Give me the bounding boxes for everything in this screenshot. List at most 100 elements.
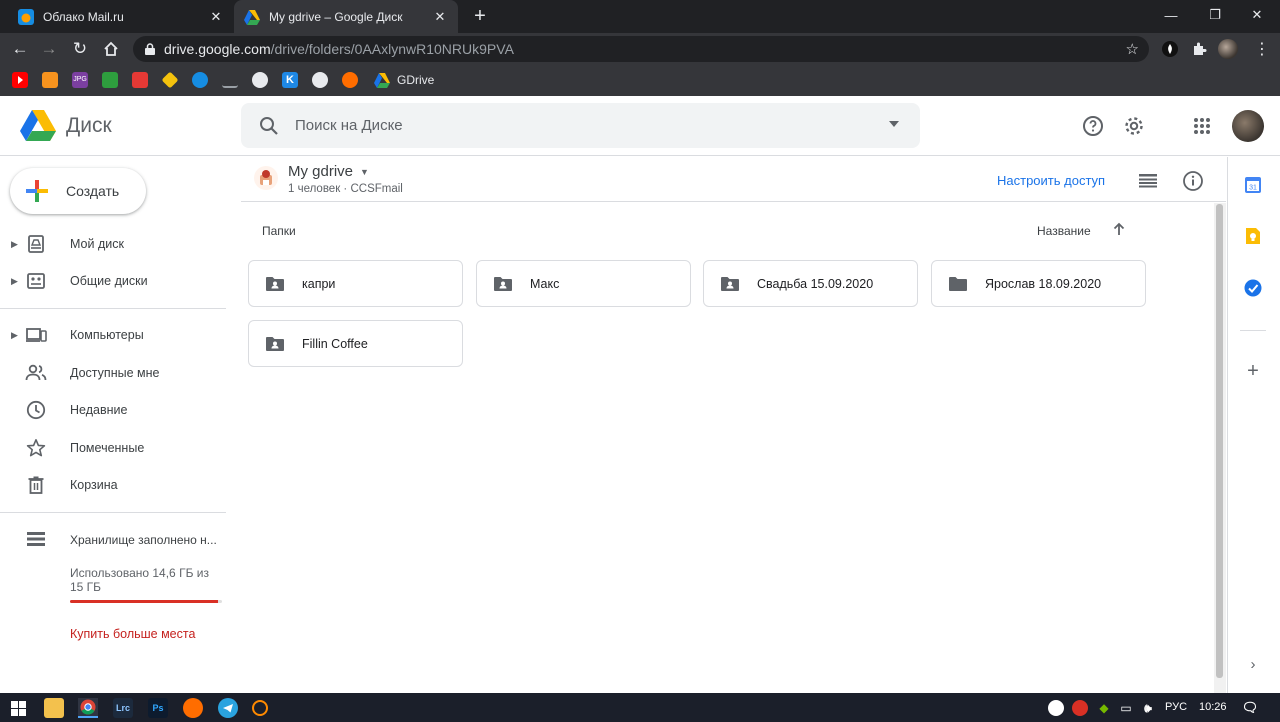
computers-icon [25,324,47,346]
tab-close-icon[interactable]: ✕ [432,9,448,25]
address-bar[interactable]: drive.google.com/drive/folders/0AAxlynwR… [133,36,1149,62]
drive-title[interactable]: My gdrive ▼ [288,163,369,180]
home-icon[interactable] [99,37,123,61]
sort-by-name-button[interactable]: Название [1037,224,1091,238]
folder-card[interactable]: Fillin Coffee [248,320,463,367]
add-addon-plus-icon[interactable]: + [1243,360,1263,382]
folder-card[interactable]: Свадьба 15.09.2020 [703,260,918,307]
telegram-icon[interactable] [218,698,238,718]
scrollbar-thumb[interactable] [1216,204,1223,678]
reload-icon[interactable]: ↻ [68,37,92,61]
bookmark-github-icon[interactable] [252,72,268,88]
profile-avatar-icon[interactable] [1218,39,1238,59]
volume-icon[interactable]: 🕪 [1138,698,1158,718]
github-tray-icon[interactable] [1048,700,1064,716]
close-window-icon[interactable]: ✕ [1234,0,1280,30]
expand-arrow-icon[interactable]: ▶ [11,239,19,250]
buy-storage-link[interactable]: Купить больше места [70,627,195,641]
sidebar-item-label: Недавние [70,403,128,417]
browser-menu-icon[interactable]: ⋮ [1252,39,1272,59]
side-panel-divider [1240,330,1266,331]
tab-close-icon[interactable]: ✕ [208,9,224,25]
bookmark-k-icon[interactable]: K [282,72,298,88]
sidebar-item-my-drive[interactable]: ▶ Мой диск [0,227,226,261]
chrome-taskbar-icon[interactable] [78,698,98,718]
tab-mail-cloud[interactable]: Облако Mail.ru ✕ [8,0,234,33]
sidebar-item-shared-drives[interactable]: ▶ Общие диски [0,264,226,298]
bookmark-odnoklassniki-icon[interactable] [42,72,58,88]
bookmark-youtube-icon[interactable] [12,72,28,88]
keep-icon[interactable] [1243,226,1263,246]
bookmark-line-icon[interactable] [222,72,238,88]
settings-gear-icon[interactable] [1122,114,1146,138]
sidebar-item-recent[interactable]: Недавние [0,393,226,427]
bookmark-gdrive-label: GDrive [397,73,435,87]
folder-card[interactable]: капри [248,260,463,307]
forward-icon[interactable]: → [37,37,61,61]
hide-panel-chevron-right-icon[interactable]: › [1243,654,1263,674]
bookmark-green-icon[interactable] [102,72,118,88]
browser-toolbar: ← → ↻ drive.google.com/drive/folders/0AA… [0,33,1280,65]
bookmark-globe-icon[interactable] [312,72,328,88]
app-orange-ring-icon[interactable] [252,700,268,716]
bookmark-star-icon[interactable]: ☆ [1126,40,1139,58]
file-explorer-icon[interactable] [44,698,64,718]
search-options-chevron-icon[interactable] [888,120,900,128]
search-input[interactable]: Поиск на Диске [241,103,920,148]
clock[interactable]: 10:26 [1199,701,1227,713]
bookmark-jpg-icon[interactable]: JPG [72,72,88,88]
create-label: Создать [66,183,120,199]
sidebar-item-trash[interactable]: Корзина [0,468,226,502]
help-icon[interactable] [1081,114,1105,138]
folder-card[interactable]: Макс [476,260,691,307]
sort-ascending-arrow-icon[interactable] [1111,221,1127,237]
calendar-icon[interactable]: 31 [1243,175,1263,195]
folder-card[interactable]: Ярослав 18.09.2020 [931,260,1146,307]
firefox-taskbar-icon[interactable] [183,698,203,718]
bookmark-mail-cloud-icon[interactable] [192,72,208,88]
browser-tab-bar: Облако Mail.ru ✕ My gdrive – Google Диск… [0,0,1280,33]
google-apps-grid-icon[interactable] [1190,114,1214,138]
expand-arrow-icon[interactable]: ▶ [11,330,19,341]
bookmark-firefox-icon[interactable] [342,72,358,88]
sidebar-item-label: Доступные мне [70,366,160,380]
list-view-icon[interactable] [1136,169,1160,193]
bookmark-m-icon[interactable] [132,72,148,88]
back-icon[interactable]: ← [8,37,32,61]
bookmark-gdrive[interactable]: GDrive [374,72,434,88]
tab-my-gdrive[interactable]: My gdrive – Google Диск ✕ [234,0,458,33]
new-tab-icon[interactable]: + [468,4,492,28]
sidebar-item-computers[interactable]: ▶ Компьютеры [0,318,226,352]
network-icon[interactable]: ▭ [1116,698,1136,718]
plus-multicolor-icon [26,180,48,202]
info-icon[interactable] [1181,169,1205,193]
create-button[interactable]: Создать [10,168,146,214]
tasks-icon[interactable] [1243,278,1263,298]
tray-app-icon[interactable] [1072,700,1088,716]
storage-icon [25,528,47,550]
notifications-icon[interactable]: 🗨 [1240,698,1260,718]
nvidia-tray-icon[interactable]: ◆ [1094,698,1114,718]
manage-access-button[interactable]: Настроить доступ [997,173,1105,188]
sidebar-item-starred[interactable]: Помеченные [0,431,226,465]
google-drive-icon [374,73,390,88]
bookmark-yellow-icon[interactable] [161,71,179,89]
search-icon[interactable] [257,114,281,138]
windows-start-icon[interactable] [8,698,28,718]
tab-title: My gdrive – Google Диск [269,9,403,24]
drive-logo[interactable]: Диск [20,110,112,141]
extensions-puzzle-icon[interactable] [1189,39,1209,59]
drive-menu-chevron-down-icon[interactable]: ▼ [360,167,369,177]
language-indicator[interactable]: РУС [1165,701,1187,713]
folder-name: Макс [530,276,560,291]
maximize-icon[interactable]: ❐ [1192,0,1238,30]
photoshop-icon[interactable]: Ps [148,698,168,718]
account-avatar[interactable] [1232,110,1264,142]
extension-fire-icon[interactable] [1160,39,1180,59]
shared-folder-icon [494,276,512,291]
lightroom-icon[interactable]: Lrc [113,698,133,718]
my-drive-icon [25,233,47,255]
sidebar-item-shared-with-me[interactable]: Доступные мне [0,356,226,390]
minimize-icon[interactable]: — [1148,0,1194,30]
expand-arrow-icon[interactable]: ▶ [11,276,19,287]
